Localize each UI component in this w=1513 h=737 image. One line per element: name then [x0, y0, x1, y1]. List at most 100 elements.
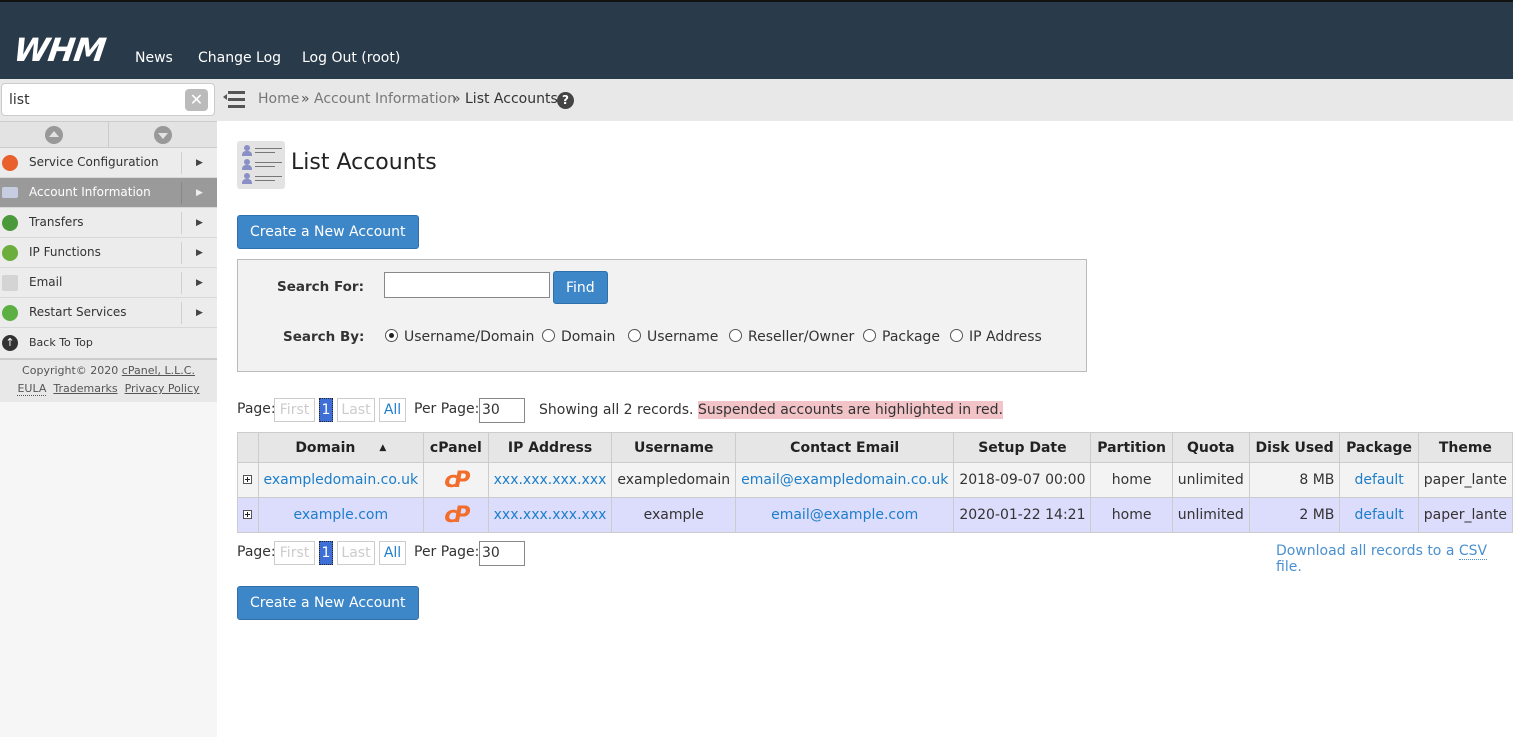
column-header-quota[interactable]: Quota [1171, 432, 1250, 463]
theme-cell: paper_lante [1417, 462, 1513, 498]
sidebar-item-service-configuration[interactable]: Service Configuration ▶ [0, 148, 217, 178]
column-header-contact-email[interactable]: Contact Email [735, 432, 955, 463]
privacy-policy-link[interactable]: Privacy Policy [125, 382, 200, 395]
sidebar-item-account-information[interactable]: Account Information ▶ [0, 178, 217, 208]
first-page-button[interactable]: First [274, 541, 315, 565]
breadcrumb-current: List Accounts [465, 91, 558, 107]
find-button[interactable]: Find [553, 271, 608, 304]
per-page-input[interactable]: 30 [479, 541, 525, 566]
column-header-theme[interactable]: Theme [1417, 432, 1513, 463]
search-by-label: Search By: [283, 329, 365, 345]
domain-link[interactable]: example.com [293, 507, 388, 523]
restart-icon [2, 305, 18, 321]
globe-icon [2, 245, 18, 261]
setup-date-cell: 2018-09-07 00:00 [953, 462, 1092, 498]
column-header-partition[interactable]: Partition [1090, 432, 1173, 463]
column-header-setup-date[interactable]: Setup Date [953, 432, 1092, 463]
sidebar-item-email[interactable]: Email ▶ [0, 268, 217, 298]
sidebar-item-restart-services[interactable]: Restart Services ▶ [0, 298, 217, 328]
theme-cell: paper_lante [1417, 497, 1513, 533]
package-link[interactable]: default [1354, 507, 1403, 523]
radio-reseller-owner[interactable]: Reseller/Owner [729, 329, 854, 345]
ip-address-link[interactable]: xxx.xxx.xxx.xxx [494, 507, 607, 523]
search-input[interactable] [384, 272, 550, 298]
radio-ip-address[interactable]: IP Address [950, 329, 1042, 345]
scroll-up-button[interactable] [0, 122, 108, 148]
column-header-package[interactable]: Package [1339, 432, 1419, 463]
help-icon[interactable]: ? [557, 92, 574, 109]
package-link[interactable]: default [1354, 472, 1403, 488]
per-page-input[interactable]: 30 [479, 398, 525, 423]
page-label: Page: [237, 401, 276, 417]
domain-link[interactable]: exampledomain.co.uk [264, 472, 419, 488]
breadcrumb-account-information[interactable]: Account Information [314, 91, 456, 107]
sidebar-item-ip-functions[interactable]: IP Functions ▶ [0, 238, 217, 268]
radio-domain[interactable]: Domain [542, 329, 615, 345]
sidebar-search-input[interactable] [1, 83, 215, 116]
per-page-label: Per Page: [414, 544, 480, 560]
clear-search-icon[interactable]: ✕ [185, 89, 208, 111]
expand-arrow-icon[interactable]: ▶ [181, 152, 217, 174]
expand-row-icon[interactable] [243, 510, 253, 519]
radio-selected-icon[interactable] [385, 329, 398, 342]
download-csv-link[interactable]: Download all records to a CSV file. [1276, 543, 1513, 575]
contact-email-link[interactable]: email@exampledomain.co.uk [741, 472, 948, 488]
radio-package[interactable]: Package [863, 329, 940, 345]
nav-news[interactable]: News [135, 50, 173, 66]
nav-logout[interactable]: Log Out (root) [302, 50, 400, 66]
expand-arrow-icon[interactable]: ▶ [181, 182, 217, 204]
last-page-button[interactable]: Last [337, 398, 375, 422]
expand-arrow-icon[interactable]: ▶ [181, 302, 217, 324]
whm-logo[interactable]: WHM [11, 31, 107, 69]
menu-toggle-icon[interactable] [223, 91, 245, 109]
radio-icon[interactable] [950, 329, 963, 342]
first-page-button[interactable]: First [274, 398, 315, 422]
wrench-icon [2, 155, 18, 171]
radio-icon[interactable] [628, 329, 641, 342]
sidebar-back-to-top[interactable]: ↑ Back To Top [0, 328, 217, 358]
radio-icon[interactable] [729, 329, 742, 342]
list-accounts-icon [237, 141, 285, 189]
scroll-down-button[interactable] [108, 122, 216, 148]
eula-link[interactable]: EULA [17, 382, 47, 396]
top-header: WHM News Change Log Log Out (root) [0, 0, 1513, 79]
cpanel-login-icon[interactable]: cP [444, 503, 470, 528]
column-header-username[interactable]: Username [611, 432, 737, 463]
sort-ascending-icon[interactable]: ▲ [379, 443, 386, 453]
radio-username[interactable]: Username [628, 329, 718, 345]
breadcrumb-home[interactable]: Home [258, 91, 299, 107]
sidebar-scroll-controls [0, 121, 217, 148]
expand-arrow-icon[interactable]: ▶ [181, 272, 217, 294]
radio-icon[interactable] [542, 329, 555, 342]
column-header-cpanel[interactable]: cPanel [423, 432, 489, 463]
table-header-row: Domain ▲ cPanel IP Address Username Conta… [237, 432, 1513, 463]
column-header-domain[interactable]: Domain ▲ [257, 432, 425, 463]
nav-change-log[interactable]: Change Log [198, 50, 281, 66]
sidebar: ✕ Service Configuration ▶ Account Inform… [0, 79, 217, 737]
expand-arrow-icon[interactable]: ▶ [181, 242, 217, 264]
create-account-button-top[interactable]: Create a New Account [237, 215, 419, 249]
ip-address-link[interactable]: xxx.xxx.xxx.xxx [494, 472, 607, 488]
current-page-button[interactable]: 1 [319, 398, 333, 422]
last-page-button[interactable]: Last [337, 541, 375, 565]
contact-email-link[interactable]: email@example.com [771, 507, 918, 523]
page-label: Page: [237, 544, 276, 560]
expand-row-icon[interactable] [243, 475, 253, 484]
partition-cell: home [1090, 497, 1173, 533]
create-account-button-bottom[interactable]: Create a New Account [237, 586, 419, 620]
sidebar-item-transfers[interactable]: Transfers ▶ [0, 208, 217, 238]
trademarks-link[interactable]: Trademarks [53, 382, 117, 395]
expand-arrow-icon[interactable]: ▶ [181, 212, 217, 234]
radio-username-domain[interactable]: Username/Domain [385, 329, 534, 345]
column-header-disk-used[interactable]: Disk Used [1248, 432, 1341, 463]
cpanel-login-icon[interactable]: cP [444, 468, 470, 493]
search-panel: Search For: Find Search By: Username/Dom… [237, 259, 1087, 372]
all-pages-button[interactable]: All [379, 398, 406, 422]
cpanel-company-link[interactable]: cPanel, L.L.C. [122, 364, 195, 377]
pager-top: Page: First 1 Last All Per Page: 30 [237, 398, 537, 423]
current-page-button[interactable]: 1 [319, 541, 333, 565]
radio-icon[interactable] [863, 329, 876, 342]
all-pages-button[interactable]: All [379, 541, 406, 565]
quota-cell: unlimited [1171, 497, 1250, 533]
column-header-ip-address[interactable]: IP Address [487, 432, 613, 463]
